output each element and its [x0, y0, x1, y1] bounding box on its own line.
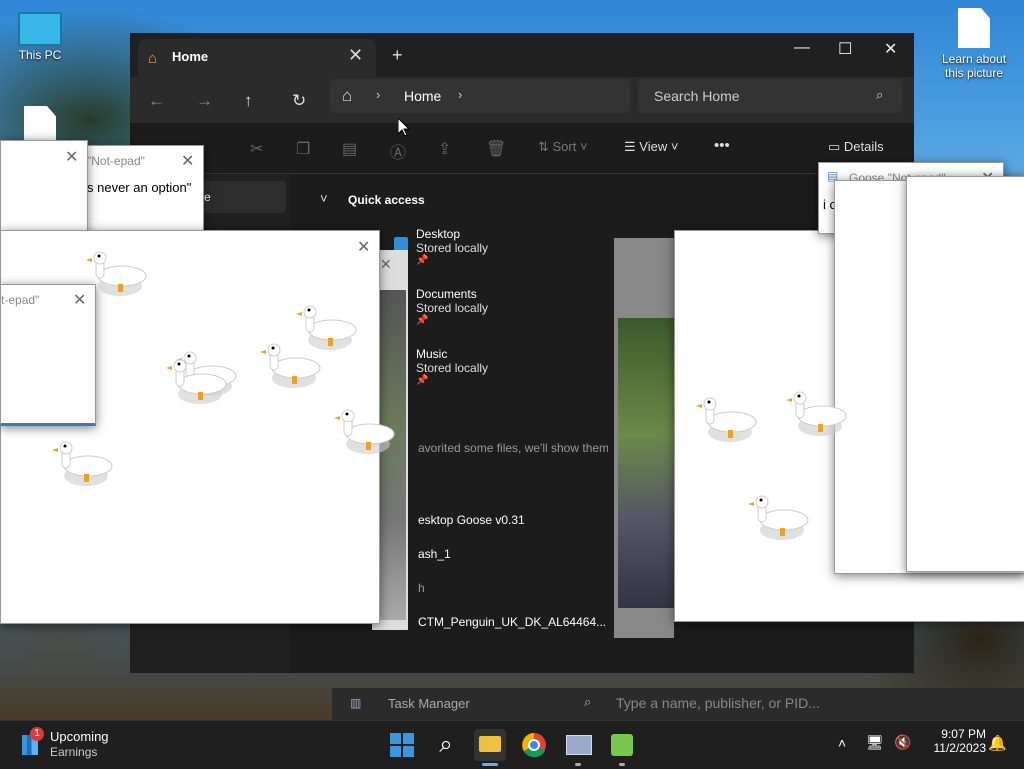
- chevron-up-icon[interactable]: ˄: [838, 735, 846, 751]
- task-manager-window[interactable]: ▥ Task Manager ⌕ Type a name, publisher,…: [332, 688, 1024, 720]
- window-title: Task Manager: [388, 696, 470, 711]
- taskbar: 1 Upcoming Earnings ⌕ ˄ 🖥 🔇 9:07 PM 11/2…: [0, 720, 1024, 769]
- network-icon[interactable]: 🖥: [866, 734, 884, 751]
- folder-icon: [479, 736, 501, 752]
- goose-icon[interactable]: [695, 397, 757, 443]
- date: 11/2/2023: [933, 741, 987, 755]
- chrome-icon: [522, 733, 546, 758]
- notification-bell-icon[interactable]: 🔔: [988, 734, 1007, 752]
- chrome-taskbar-button[interactable]: [518, 729, 550, 761]
- widget-subtitle: Earnings: [50, 745, 98, 759]
- running-indicator: [619, 763, 625, 766]
- windows-icon: [390, 733, 414, 757]
- goose-icon[interactable]: [333, 409, 395, 455]
- search-icon: ⌕: [584, 694, 592, 709]
- goose-app-icon: [611, 734, 633, 756]
- mouse-cursor-icon: [398, 118, 410, 136]
- widgets-button[interactable]: 1 Upcoming Earnings: [18, 727, 138, 763]
- task-manager-icon: [566, 735, 592, 755]
- goose-icon[interactable]: [85, 251, 147, 297]
- task-manager-icon: ▥: [350, 696, 362, 710]
- notification-badge: 1: [30, 727, 44, 741]
- search-icon[interactable]: ⌕: [430, 729, 462, 761]
- file-explorer-taskbar-button[interactable]: [474, 729, 506, 766]
- goose-icon[interactable]: [51, 441, 113, 487]
- start-button[interactable]: [386, 729, 418, 761]
- goose-icon[interactable]: [259, 343, 321, 389]
- goose-icon[interactable]: [785, 391, 847, 437]
- search-input[interactable]: Type a name, publisher, or PID...: [616, 695, 820, 711]
- geese-layer: [51, 251, 847, 541]
- goose-taskbar-button[interactable]: [606, 729, 638, 766]
- clock[interactable]: 9:07 PM 11/2/2023: [916, 727, 987, 755]
- widget-title: Upcoming: [50, 729, 109, 744]
- running-indicator: [575, 763, 581, 766]
- goose-icon[interactable]: [747, 495, 809, 541]
- time: 9:07 PM: [941, 727, 986, 741]
- volume-muted-icon[interactable]: 🔇: [894, 734, 911, 751]
- goose-icon[interactable]: [295, 305, 357, 351]
- active-indicator: [482, 763, 498, 766]
- task-manager-taskbar-button[interactable]: [562, 729, 594, 766]
